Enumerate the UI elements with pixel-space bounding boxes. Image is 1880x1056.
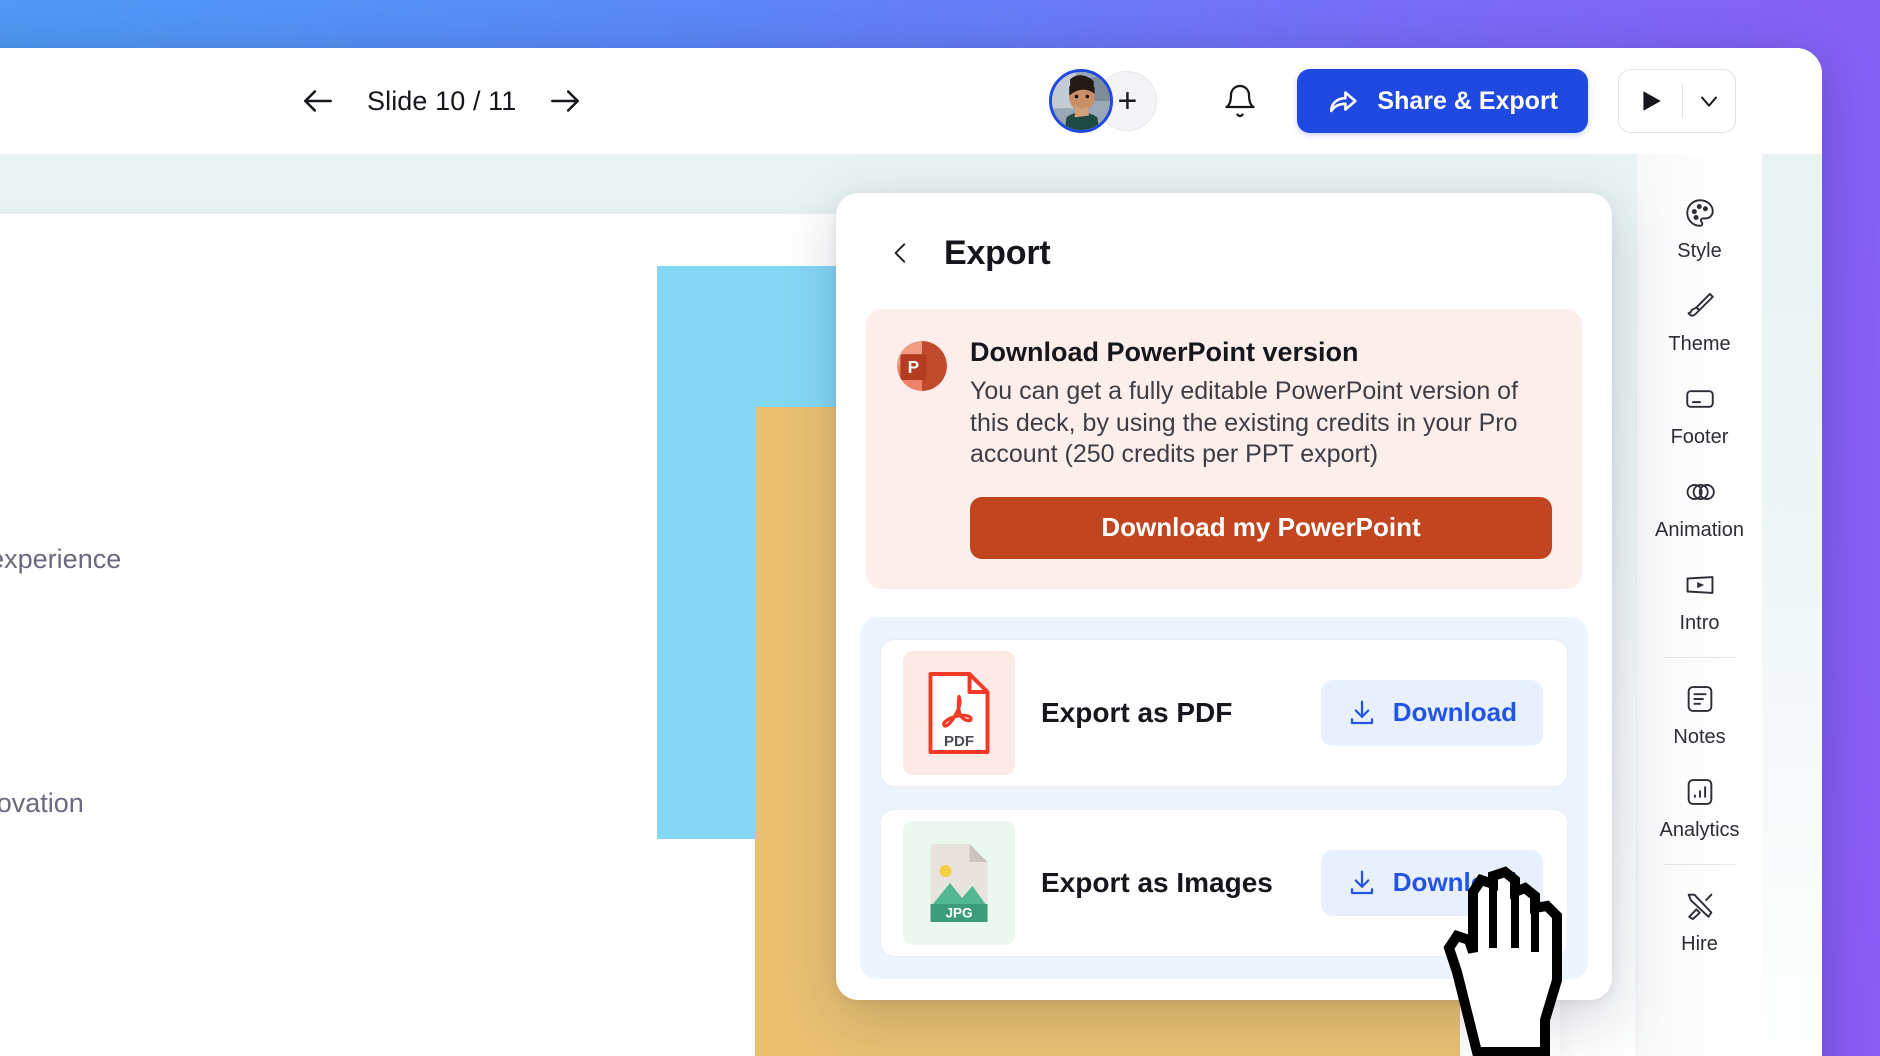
avatar[interactable]: [1049, 69, 1114, 133]
notes-icon: [1687, 686, 1712, 712]
download-images-button[interactable]: Download: [1320, 849, 1543, 916]
present-options-button[interactable]: [1683, 70, 1735, 132]
sidebar-item-label: Style: [1677, 240, 1722, 262]
export-panel-header: Export: [836, 193, 1612, 273]
powerpoint-card-description: You can get a fully editable PowerPoint …: [970, 377, 1519, 468]
pdf-file-thumbnail: PDF: [903, 650, 1015, 775]
bar-chart-icon: [1687, 779, 1712, 805]
export-panel-title: Export: [944, 233, 1051, 272]
sidebar-divider: [1663, 657, 1736, 658]
sidebar-item-label: Intro: [1679, 612, 1720, 634]
sidebar-divider: [1663, 864, 1736, 865]
download-powerpoint-button[interactable]: Download my PowerPoint: [970, 496, 1552, 559]
powerpoint-card-title: Download PowerPoint version: [970, 337, 1359, 367]
powerpoint-download-card: P Download PowerPoint version You can ge…: [866, 309, 1582, 589]
sidebar-item-intro[interactable]: Intro: [1644, 554, 1756, 647]
next-slide-button[interactable]: [542, 78, 588, 124]
export-options-list: PDF Export as PDF Download JPG Export as…: [860, 616, 1588, 979]
arrow-left-icon: [304, 90, 332, 112]
slide-person-row: | CEO ith 20 years of industry experienc…: [0, 486, 121, 575]
bell-icon: [1225, 84, 1256, 118]
export-panel-back-button[interactable]: [884, 233, 918, 273]
palette-icon: [1685, 199, 1714, 227]
sidebar-item-label: Analytics: [1659, 819, 1740, 841]
sidebar-item-theme[interactable]: Theme: [1644, 275, 1756, 368]
slide-navigation: Slide 10 / 11: [295, 48, 588, 154]
powerpoint-icon: P: [897, 341, 947, 391]
pdf-thumb-text: PDF: [944, 733, 974, 750]
jpg-thumb-text: JPG: [945, 905, 972, 920]
sidebar-item-notes[interactable]: Notes: [1644, 668, 1756, 761]
download-label: Download: [1392, 697, 1517, 727]
sidebar-item-style[interactable]: Style: [1644, 182, 1756, 275]
sidebar-item-label: Theme: [1668, 333, 1731, 355]
avatar-photo: [1052, 72, 1111, 130]
intro-video-icon: [1686, 576, 1713, 594]
footer-icon: [1685, 390, 1714, 408]
tools-icon: [1687, 893, 1712, 920]
arrow-right-icon: [551, 90, 580, 112]
paintbrush-icon: [1687, 293, 1714, 317]
previous-slide-button[interactable]: [295, 78, 341, 124]
slide-person-row: th | CTO gy development and innovation: [0, 719, 84, 819]
collaborators-group: +: [1049, 69, 1185, 133]
top-right-controls: + Share & Export: [1049, 48, 1736, 154]
export-row-images: JPG Export as Images Download: [880, 808, 1568, 957]
export-row-label: Export as Images: [1041, 866, 1273, 898]
sidebar-item-label: Hire: [1681, 933, 1718, 955]
sidebar-item-hire[interactable]: Hire: [1644, 875, 1756, 968]
present-controls: [1618, 69, 1736, 133]
share-and-export-label: Share & Export: [1377, 86, 1558, 115]
chevron-left-icon: [894, 243, 906, 263]
sidebar-item-label: Footer: [1670, 426, 1729, 448]
app-window: Slide 10 / 11 + Share & Export experienc…: [0, 48, 1822, 1056]
person-description: ith 20 years of industry experience: [0, 544, 122, 574]
present-play-button[interactable]: [1619, 70, 1682, 132]
sidebar-item-label: Animation: [1655, 519, 1744, 541]
download-pdf-button[interactable]: Download: [1320, 679, 1543, 746]
slide-counter: Slide 10 / 11: [367, 85, 517, 116]
download-label: Download: [1392, 867, 1517, 897]
right-sidebar: Style Theme Footer Animation Intro Notes…: [1636, 154, 1762, 1056]
export-row-pdf: PDF Export as PDF Download: [880, 638, 1568, 787]
sidebar-item-footer[interactable]: Footer: [1644, 368, 1756, 461]
notifications-button[interactable]: [1211, 72, 1269, 130]
sidebar-item-label: Notes: [1673, 726, 1726, 748]
sidebar-item-analytics[interactable]: Analytics: [1644, 761, 1756, 854]
powerpoint-card-body: Download PowerPoint version You can get …: [970, 337, 1552, 559]
chevron-down-icon: [1701, 96, 1717, 107]
download-icon: [1350, 700, 1373, 724]
play-icon: [1642, 91, 1661, 111]
svg-text:P: P: [908, 357, 920, 377]
sidebar-item-animation[interactable]: Animation: [1644, 461, 1756, 554]
share-and-export-button[interactable]: Share & Export: [1297, 69, 1588, 133]
export-panel: Export P Download PowerPoint version You…: [836, 193, 1612, 1000]
export-row-label: Export as PDF: [1041, 696, 1233, 728]
share-arrow-icon: [1330, 91, 1357, 113]
jpg-file-thumbnail: JPG: [903, 820, 1015, 945]
pdf-file-icon: PDF: [928, 671, 990, 754]
top-toolbar: Slide 10 / 11 + Share & Export: [0, 48, 1822, 154]
download-icon: [1350, 870, 1373, 894]
jpg-image-file-icon: JPG: [930, 843, 988, 922]
animation-icon: [1686, 484, 1715, 500]
person-description: gy development and innovation: [0, 788, 84, 818]
